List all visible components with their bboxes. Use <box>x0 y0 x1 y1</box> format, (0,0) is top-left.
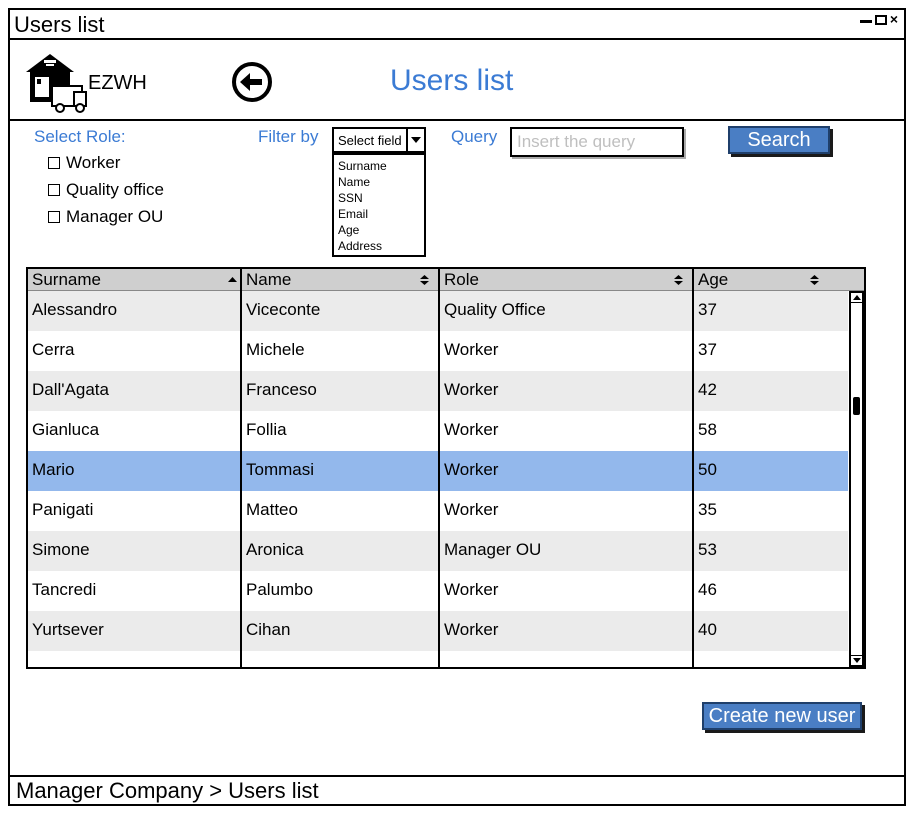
filter-by-label: Filter by <box>258 127 319 146</box>
table-header: Surname Name Role Age <box>28 269 864 291</box>
table-cell-role: Worker <box>444 580 499 599</box>
table-cell-age: 46 <box>698 580 717 599</box>
table-cell-surname: Tancredi <box>32 580 97 599</box>
sort-icon[interactable] <box>674 275 683 285</box>
title-bar: Users list × <box>10 10 904 40</box>
field-option-name[interactable]: Name <box>338 174 420 190</box>
back-arrow-icon[interactable] <box>230 60 274 104</box>
scroll-down-icon[interactable] <box>851 655 862 665</box>
scroll-up-icon[interactable] <box>851 293 862 303</box>
role-checkbox-manager-ou[interactable]: Manager OU <box>48 207 163 227</box>
table-cell-age: 35 <box>698 500 717 519</box>
checkbox[interactable] <box>48 157 60 169</box>
scrollbar-thumb[interactable] <box>853 397 860 415</box>
table-cell-name: Follia <box>246 420 287 439</box>
checkbox[interactable] <box>48 184 60 196</box>
field-option-address[interactable]: Address <box>338 238 420 254</box>
table-cell-age: 37 <box>698 300 717 319</box>
field-option-ssn[interactable]: SSN <box>338 190 420 206</box>
field-option-email[interactable]: Email <box>338 206 420 222</box>
warehouse-truck-logo-icon <box>26 54 87 113</box>
column-header-label: Role <box>444 270 479 289</box>
table-cell-name: Cihan <box>246 620 291 639</box>
table-cell-age: 50 <box>698 460 717 479</box>
table-cell-surname: Alessandro <box>32 300 118 319</box>
create-new-user-button[interactable]: Create new user <box>702 702 862 730</box>
breadcrumb-text: Manager Company > Users list <box>16 778 319 803</box>
select-field-value: Select field <box>338 133 402 148</box>
table-cell-surname: Dall'Agata <box>32 380 109 399</box>
sort-icon[interactable] <box>810 275 819 285</box>
table-cell-age: 53 <box>698 540 717 559</box>
column-header-surname[interactable]: Surname <box>28 269 242 291</box>
table-cell-role: Worker <box>444 460 499 479</box>
window-title: Users list <box>14 12 105 37</box>
select-role-label: Select Role: <box>34 127 126 146</box>
field-dropdown-list: Surname Name SSN Email Age Address <box>332 153 426 257</box>
table-cell-surname: Gianluca <box>32 420 100 439</box>
query-label: Query <box>451 127 498 146</box>
table-cell-role: Manager OU <box>444 540 542 559</box>
column-header-name[interactable]: Name <box>242 269 440 291</box>
query-input[interactable] <box>510 127 684 157</box>
brand-name: EZWH <box>88 72 147 94</box>
column-divider <box>240 269 242 667</box>
table-cell-surname: Mario <box>32 460 75 479</box>
table-cell-age: 40 <box>698 620 717 639</box>
table-cell-name: Michele <box>246 340 305 359</box>
minimize-icon[interactable] <box>859 20 872 23</box>
table-cell-age: 37 <box>698 340 717 359</box>
table-cell-name: Matteo <box>246 500 298 519</box>
column-header-label: Surname <box>32 270 101 289</box>
table-cell-name: Tommasi <box>246 460 315 479</box>
sort-icon[interactable] <box>420 275 429 285</box>
table-scrollbar[interactable] <box>849 291 864 667</box>
table-cell-name: Viceconte <box>246 300 321 319</box>
close-icon[interactable]: × <box>890 12 898 26</box>
column-header-role[interactable]: Role <box>440 269 694 291</box>
column-header-age[interactable]: Age <box>694 269 848 291</box>
field-option-surname[interactable]: Surname <box>338 158 420 174</box>
table-cell-surname: Yurtsever <box>32 620 104 639</box>
table-cell-age: 42 <box>698 380 717 399</box>
table-cell-surname: Cerra <box>32 340 75 359</box>
table-cell-age: 58 <box>698 420 717 439</box>
table-cell-role: Worker <box>444 340 499 359</box>
table-cell-surname: Simone <box>32 540 90 559</box>
table-cell-name: Aronica <box>246 540 304 559</box>
header-divider <box>10 119 904 121</box>
table-cell-name: Franceso <box>246 380 317 399</box>
table-cell-role: Worker <box>444 620 499 639</box>
column-divider <box>692 269 694 667</box>
role-checkbox-worker[interactable]: Worker <box>48 153 120 173</box>
table-cell-surname: Panigati <box>32 500 94 519</box>
field-option-age[interactable]: Age <box>338 222 420 238</box>
role-label: Worker <box>66 153 121 172</box>
app-window: Users list × EZWH Users list Select Role… <box>8 8 906 806</box>
page-title: Users list <box>390 64 514 97</box>
table-cell-role: Worker <box>444 420 499 439</box>
role-label: Quality office <box>66 180 164 199</box>
filter-field-select[interactable]: Select field <box>332 127 426 153</box>
users-table: Surname Name Role Age Alessandro Vicecont… <box>26 267 866 669</box>
table-cell-name: Palumbo <box>246 580 314 599</box>
table-cell-role: Worker <box>444 380 499 399</box>
role-label: Manager OU <box>66 207 164 226</box>
sort-ascending-icon[interactable] <box>228 275 237 285</box>
search-button[interactable]: Search <box>728 126 830 154</box>
chevron-down-icon[interactable] <box>406 129 424 151</box>
checkbox[interactable] <box>48 211 60 223</box>
table-cell-role: Worker <box>444 500 499 519</box>
column-header-label: Age <box>698 270 729 289</box>
column-divider <box>438 269 440 667</box>
window-controls: × <box>859 12 898 26</box>
breadcrumb: Manager Company > Users list <box>10 775 904 806</box>
role-checkbox-quality-office[interactable]: Quality office <box>48 180 164 200</box>
table-cell-role: Quality Office <box>444 300 546 319</box>
maximize-icon[interactable] <box>874 15 887 25</box>
column-header-label: Name <box>246 270 292 289</box>
